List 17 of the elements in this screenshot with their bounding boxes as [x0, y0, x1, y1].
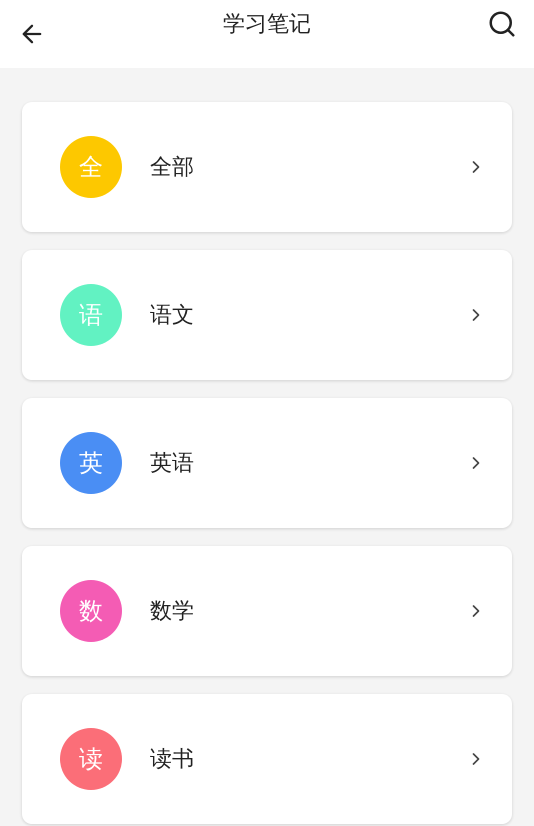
category-badge: 语 [60, 284, 122, 346]
category-label: 语文 [150, 302, 195, 330]
page-title: 学习笔记 [223, 10, 311, 38]
category-label: 读书 [150, 746, 195, 774]
category-card[interactable]: 英 英语 [22, 398, 512, 528]
category-label: 全部 [150, 154, 195, 182]
search-icon [487, 9, 517, 39]
category-badge: 英 [60, 432, 122, 494]
category-badge: 全 [60, 136, 122, 198]
category-badge: 数 [60, 580, 122, 642]
category-badge: 读 [60, 728, 122, 790]
category-card[interactable]: 全 全部 [22, 102, 512, 232]
category-card[interactable]: 数 数学 [22, 546, 512, 676]
category-label: 数学 [150, 598, 195, 626]
category-card[interactable]: 语 语文 [22, 250, 512, 380]
category-label: 英语 [150, 450, 195, 478]
category-card[interactable]: 读 读书 [22, 694, 512, 824]
